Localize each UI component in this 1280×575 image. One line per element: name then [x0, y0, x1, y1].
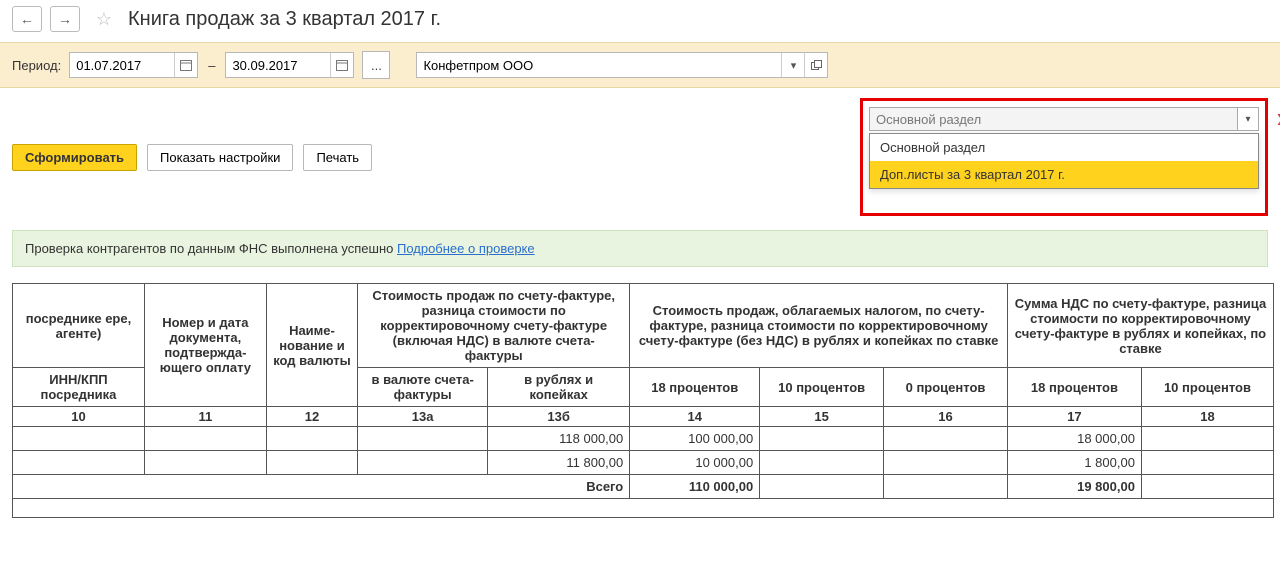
colnum-17: 17 — [1007, 407, 1141, 427]
chevron-down-icon[interactable]: ▾ — [1237, 108, 1258, 130]
section-dropdown-highlight: Основной раздел ▾ Основной раздел Доп.ли… — [860, 98, 1268, 216]
period-dash: – — [206, 58, 217, 73]
dropdown-caret-icon[interactable]: ▾ — [781, 53, 804, 77]
cell-13b: 11 800,00 — [488, 451, 630, 475]
col10-header-sub: ИНН/КПП посредника — [13, 368, 145, 407]
table-total-row: Всего 110 000,00 19 800,00 — [13, 475, 1274, 499]
col16-header: 0 процентов — [884, 368, 1008, 407]
section-dropdown-list: Основной раздел Доп.листы за 3 квартал 2… — [869, 133, 1259, 189]
total-label: Всего — [13, 475, 630, 499]
section-dropdown[interactable]: Основной раздел ▾ — [869, 107, 1259, 131]
cell-13b: 118 000,00 — [488, 427, 630, 451]
col17-header: 18 процентов — [1007, 368, 1141, 407]
total-17: 19 800,00 — [1007, 475, 1141, 499]
check-status-bar: Проверка контрагентов по данным ФНС выпо… — [12, 230, 1268, 267]
colnum-13a: 13а — [358, 407, 488, 427]
table-row: 11 800,00 10 000,00 1 800,00 — [13, 451, 1274, 475]
date-from-input[interactable] — [70, 58, 174, 73]
period-more-button[interactable]: ... — [362, 51, 390, 79]
date-from-field[interactable] — [69, 52, 198, 78]
col13-header-top: Стоимость продаж по счету-фактуре, разни… — [358, 284, 630, 368]
col13b-header: в рублях и копейках — [488, 368, 630, 407]
col14-header: 18 процентов — [630, 368, 760, 407]
period-bar: Период: – ... ▾ — [0, 42, 1280, 88]
col10-header-top: посреднике ере, агенте) — [13, 284, 145, 368]
colnum-16: 16 — [884, 407, 1008, 427]
table-row: 118 000,00 100 000,00 18 000,00 — [13, 427, 1274, 451]
col15-header: 10 процентов — [760, 368, 884, 407]
col18-header: 10 процентов — [1141, 368, 1273, 407]
date-to-input[interactable] — [226, 58, 330, 73]
show-settings-button[interactable]: Показать настройки — [147, 144, 293, 171]
open-link-icon[interactable] — [804, 53, 827, 77]
col17-18-header-top: Сумма НДС по счету-фактуре, разница стои… — [1007, 284, 1273, 368]
organization-field[interactable]: ▾ — [416, 52, 828, 78]
col11-header: Номер и дата документа, подтвержда­ющего… — [144, 284, 266, 407]
table-spacer — [13, 499, 1274, 518]
calendar-icon[interactable] — [174, 53, 197, 77]
cell-14: 10 000,00 — [630, 451, 760, 475]
nav-forward-button[interactable]: → — [50, 6, 80, 32]
section-dropdown-item-additional[interactable]: Доп.листы за 3 квартал 2017 г. — [870, 161, 1258, 188]
colnum-11: 11 — [144, 407, 266, 427]
check-status-text: Проверка контрагентов по данным ФНС выпо… — [25, 241, 397, 256]
generate-button[interactable]: Сформировать — [12, 144, 137, 171]
cell-17: 1 800,00 — [1007, 451, 1141, 475]
date-to-field[interactable] — [225, 52, 354, 78]
section-dropdown-item-main[interactable]: Основной раздел — [870, 134, 1258, 161]
print-button[interactable]: Печать — [303, 144, 372, 171]
colnum-14: 14 — [630, 407, 760, 427]
total-14: 110 000,00 — [630, 475, 760, 499]
calendar-icon[interactable] — [330, 53, 353, 77]
colnum-18: 18 — [1141, 407, 1273, 427]
check-status-link[interactable]: Подробнее о проверке — [397, 241, 535, 256]
col13a-header: в валюте счета-фактуры — [358, 368, 488, 407]
cell-17: 18 000,00 — [1007, 427, 1141, 451]
page-title: Книга продаж за 3 квартал 2017 г. — [128, 8, 441, 31]
col12-header: Наиме­нование и код валюты — [266, 284, 357, 407]
colnum-15: 15 — [760, 407, 884, 427]
section-dropdown-selected: Основной раздел — [870, 112, 1237, 127]
colnum-13b: 13б — [488, 407, 630, 427]
colnum-12: 12 — [266, 407, 357, 427]
favorite-star-icon[interactable]: ☆ — [94, 9, 114, 29]
report-table: посреднике ере, агенте) Номер и дата док… — [12, 283, 1274, 518]
report-table-wrap: посреднике ере, агенте) Номер и дата док… — [12, 283, 1280, 518]
colnum-10: 10 — [13, 407, 145, 427]
cell-14: 100 000,00 — [630, 427, 760, 451]
nav-back-button[interactable]: ← — [12, 6, 42, 32]
period-label: Период: — [12, 58, 61, 73]
organization-input[interactable] — [417, 58, 781, 73]
col14-16-header-top: Стоимость продаж, облагаемых налогом, по… — [630, 284, 1008, 368]
